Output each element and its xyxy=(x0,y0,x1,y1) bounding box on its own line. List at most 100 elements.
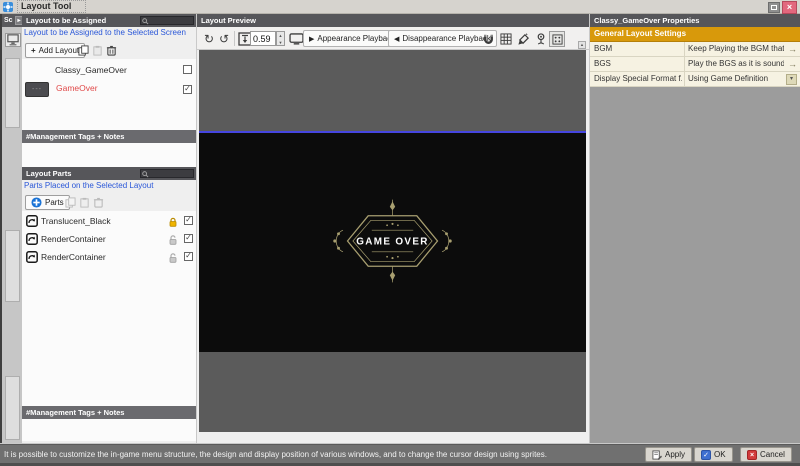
property-row-display-format[interactable]: Display Special Format f... Using Game D… xyxy=(590,72,800,87)
property-row-bgm[interactable]: BGM Keep Playing the BGM that is ... → xyxy=(590,42,800,57)
spin-up-icon[interactable]: ▲ xyxy=(279,33,283,38)
management-tags-header: #Management Tags + Notes xyxy=(22,130,196,143)
management-tags-header: #Management Tags + Notes xyxy=(22,406,196,419)
delete-part-icon[interactable] xyxy=(92,196,105,209)
ok-check-icon: ✓ xyxy=(701,450,711,460)
apply-icon xyxy=(652,450,662,460)
apply-button[interactable]: Apply xyxy=(645,447,692,462)
property-value: Play the BGS as it is sounding xyxy=(688,57,784,71)
add-parts-button[interactable]: Parts xyxy=(25,195,70,210)
zoom-spinner[interactable]: ▲▼ xyxy=(276,31,285,46)
dropdown-icon[interactable]: ▾ xyxy=(786,74,797,85)
grid-icon[interactable] xyxy=(498,31,514,47)
copy-layout-icon[interactable] xyxy=(77,44,90,57)
zoom-level-input[interactable] xyxy=(250,31,276,46)
management-tags-area[interactable] xyxy=(22,143,196,167)
layout-group-row[interactable]: Classy_GameOver xyxy=(22,62,196,78)
status-bar: It is possible to customize the in-game … xyxy=(0,444,800,463)
ok-button[interactable]: ✓ OK xyxy=(694,447,733,462)
search-icon xyxy=(142,171,149,178)
layout-preview-panel: Layout Preview ↻ ↺ ▲▼ ▶ Appearance Playb… xyxy=(197,14,589,443)
snap-magnet-icon[interactable] xyxy=(480,31,496,47)
column-divider xyxy=(684,57,685,71)
app-gear-icon xyxy=(3,2,13,12)
layout-item-row[interactable]: --- GameOver xyxy=(22,80,196,99)
properties-header: Classy_GameOver Properties xyxy=(590,14,800,27)
navigate-arrow-icon[interactable]: → xyxy=(788,57,797,71)
render-container-icon xyxy=(25,250,38,263)
preview-viewport[interactable]: GAME OVER xyxy=(199,50,586,432)
paste-layout-icon[interactable] xyxy=(91,44,104,57)
cancel-button[interactable]: × Cancel xyxy=(740,447,792,462)
part-row[interactable]: Translucent_Black xyxy=(22,213,196,229)
screen-thumbnail-icon[interactable] xyxy=(5,33,21,47)
toolbar-overflow-icon[interactable]: ▲ xyxy=(578,41,586,49)
part-row[interactable]: RenderContainer xyxy=(22,231,196,247)
lamp-icon[interactable] xyxy=(533,31,549,47)
layout-assigned-subtitle: Layout to be Assigned to the Selected Sc… xyxy=(22,28,186,37)
title-bar: Layout Tool × xyxy=(0,0,800,14)
toolbar-separator xyxy=(234,31,235,46)
lock-open-icon[interactable] xyxy=(166,233,179,246)
layout-assigned-search-input[interactable] xyxy=(140,16,194,25)
delete-layout-icon[interactable] xyxy=(105,44,118,57)
monitor-icon[interactable] xyxy=(288,31,304,47)
layout-item-checkbox[interactable] xyxy=(183,85,192,94)
preview-toolbar: ↻ ↺ ▲▼ ▶ Appearance Playback ◀ Disappear… xyxy=(197,27,589,50)
property-value: Using Game Definition xyxy=(688,72,784,86)
panel-drag-handle[interactable] xyxy=(5,58,20,128)
window-title: Layout Tool xyxy=(17,0,86,13)
paste-part-icon[interactable] xyxy=(78,196,91,209)
lock-open-icon[interactable] xyxy=(166,251,179,264)
general-layout-settings-section[interactable]: General Layout Settings xyxy=(590,27,800,42)
appearance-playback-label: Appearance Playback xyxy=(317,34,395,43)
layout-list: Classy_GameOver --- GameOver xyxy=(22,59,196,130)
copy-part-icon[interactable] xyxy=(64,196,77,209)
lock-closed-icon[interactable] xyxy=(166,215,179,228)
redo-icon[interactable]: ↻ xyxy=(201,31,217,47)
part-visible-checkbox[interactable] xyxy=(184,216,193,225)
management-tags-area[interactable] xyxy=(22,419,196,441)
property-label: BGS xyxy=(594,57,682,71)
disappearance-playback-label: Disappearance Playback xyxy=(402,34,491,43)
flashlight-icon[interactable] xyxy=(515,31,531,47)
game-over-text: GAME OVER xyxy=(356,237,429,248)
game-screen[interactable]: GAME OVER xyxy=(199,131,586,352)
panel-drag-handle[interactable] xyxy=(5,230,20,302)
status-text: It is possible to customize the in-game … xyxy=(4,450,547,459)
property-label: Display Special Format f... xyxy=(594,72,682,86)
navigate-arrow-icon[interactable]: → xyxy=(788,42,797,56)
undo-icon[interactable]: ↺ xyxy=(216,31,232,47)
part-visible-checkbox[interactable] xyxy=(184,234,193,243)
search-icon xyxy=(142,18,149,25)
play-reverse-icon: ◀ xyxy=(394,35,399,43)
maximize-icon xyxy=(771,5,777,10)
part-row[interactable]: RenderContainer xyxy=(22,249,196,265)
part-visible-checkbox[interactable] xyxy=(184,252,193,261)
panel-drag-handle[interactable] xyxy=(5,376,20,440)
property-value: Keep Playing the BGM that is ... xyxy=(688,42,784,56)
layout-parts-subtitle: Parts Placed on the Selected Layout xyxy=(22,181,153,190)
pattern-frame-icon[interactable] xyxy=(549,31,565,47)
layout-assigned-header-label: Layout to be Assigned xyxy=(26,16,106,25)
appearance-playback-button[interactable]: ▶ Appearance Playback xyxy=(303,30,401,47)
render-container-icon xyxy=(25,214,38,227)
add-parts-label: Parts xyxy=(45,196,64,209)
plus-circle-icon xyxy=(31,197,42,208)
layout-parts-header: Layout Parts xyxy=(22,167,196,180)
layout-assigned-header: Layout to be Assigned xyxy=(22,14,196,27)
layout-item-label: GameOver xyxy=(56,80,98,96)
layout-thumbnail: --- xyxy=(25,82,49,97)
cancel-label: Cancel xyxy=(760,450,785,459)
property-row-bgs[interactable]: BGS Play the BGS as it is sounding → xyxy=(590,57,800,72)
layout-parts-header-label: Layout Parts xyxy=(26,169,71,178)
ok-label: OK xyxy=(714,450,726,459)
layout-group-checkbox[interactable] xyxy=(183,65,192,74)
cancel-x-icon: × xyxy=(747,450,757,460)
screen-list-collapsed-panel: Sc ▸ xyxy=(0,14,22,443)
close-button[interactable]: × xyxy=(782,1,797,14)
screen-list-tab[interactable]: Sc ▸ xyxy=(2,14,24,27)
maximize-button[interactable] xyxy=(768,2,780,13)
layout-parts-search-input[interactable] xyxy=(140,169,194,178)
spin-down-icon[interactable]: ▼ xyxy=(279,40,283,45)
